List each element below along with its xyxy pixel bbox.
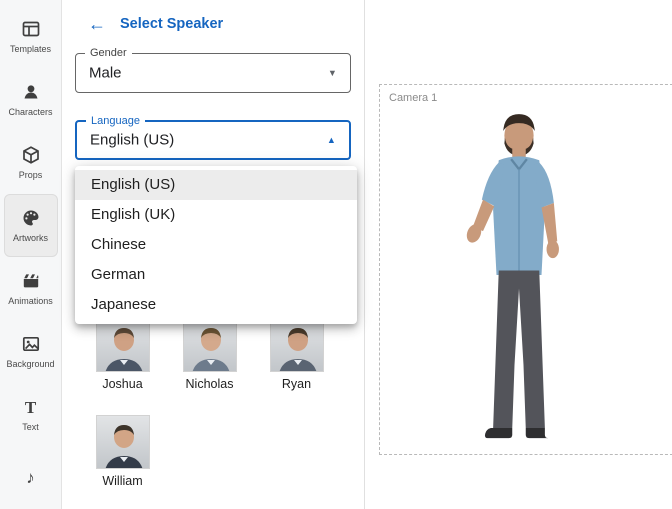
editor-canvas: Camera 1 <box>365 0 672 509</box>
sidebar-item-background[interactable]: Background <box>4 320 58 383</box>
sidebar-item-label: Props <box>18 170 43 180</box>
templates-icon <box>21 19 41 39</box>
panel-header: ← Select Speaker <box>62 0 364 33</box>
sidebar-item-label: Templates <box>9 44 52 54</box>
speaker-photo <box>95 318 150 372</box>
sidebar-item-label: Animations <box>8 296 53 306</box>
language-options-menu: English (US) English (UK) Chinese German… <box>75 166 357 324</box>
speaker-william[interactable]: William <box>79 415 166 488</box>
gender-label: Gender <box>85 47 132 59</box>
sidebar-item-label: Text <box>22 422 39 432</box>
speaker-panel: ← Select Speaker Gender Male ▼ Language … <box>62 0 365 509</box>
camera-frame[interactable]: Camera 1 <box>379 84 672 455</box>
speaker-photo <box>95 415 150 469</box>
sidebar-item-label: Artworks <box>12 233 48 243</box>
app-window: Templates Characters Props Artworks Anim <box>0 0 672 509</box>
sidebar-item-artworks[interactable]: Artworks <box>3 194 58 257</box>
props-icon <box>21 145 41 165</box>
character-avatar[interactable] <box>440 95 598 455</box>
sidebar-item-characters[interactable]: Characters <box>4 68 58 131</box>
speaker-name: Joshua <box>102 377 143 391</box>
speaker-grid: Joshua Nicholas Ryan William <box>62 318 364 488</box>
text-icon: T <box>24 397 37 417</box>
menu-option-german[interactable]: German <box>75 260 357 290</box>
animations-icon <box>21 271 41 291</box>
speaker-name: Ryan <box>281 377 312 391</box>
page-title: Select Speaker <box>120 16 224 32</box>
sidebar-item-animations[interactable]: Animations <box>4 257 58 320</box>
menu-option-japanese[interactable]: Japanese <box>75 290 357 320</box>
speaker-photo <box>182 318 237 372</box>
chevron-down-icon: ▼ <box>328 67 338 79</box>
menu-option-english-us[interactable]: English (US) <box>75 170 357 200</box>
gender-select[interactable]: Gender Male ▼ <box>75 47 351 93</box>
menu-option-chinese[interactable]: Chinese <box>75 230 357 260</box>
speaker-photo <box>269 318 324 372</box>
music-note-icon: ♪ <box>26 468 35 487</box>
language-label: Language <box>86 115 145 127</box>
sidebar: Templates Characters Props Artworks Anim <box>0 0 62 509</box>
camera-label: Camera 1 <box>389 92 438 104</box>
sidebar-item-text[interactable]: T Text <box>4 383 58 446</box>
back-button[interactable]: ← <box>88 15 106 33</box>
chevron-up-icon: ▲ <box>327 134 337 146</box>
gender-value: Male <box>89 64 122 82</box>
sidebar-item-label: Characters <box>8 107 53 117</box>
speaker-nicholas[interactable]: Nicholas <box>166 318 253 391</box>
language-value: English (US) <box>90 131 175 149</box>
sidebar-item-music[interactable]: ♪ <box>4 446 58 509</box>
speaker-ryan[interactable]: Ryan <box>253 318 340 391</box>
sidebar-item-templates[interactable]: Templates <box>4 5 58 68</box>
speaker-joshua[interactable]: Joshua <box>79 318 166 391</box>
menu-option-english-uk[interactable]: English (UK) <box>75 200 357 230</box>
speaker-name: William <box>102 474 143 488</box>
characters-icon <box>21 82 41 102</box>
artworks-icon <box>21 208 41 228</box>
sidebar-item-props[interactable]: Props <box>4 131 58 194</box>
sidebar-item-label: Background <box>6 359 55 369</box>
speaker-name: Nicholas <box>185 377 234 391</box>
language-select[interactable]: Language English (US) ▲ <box>75 115 351 160</box>
background-icon <box>21 334 41 354</box>
